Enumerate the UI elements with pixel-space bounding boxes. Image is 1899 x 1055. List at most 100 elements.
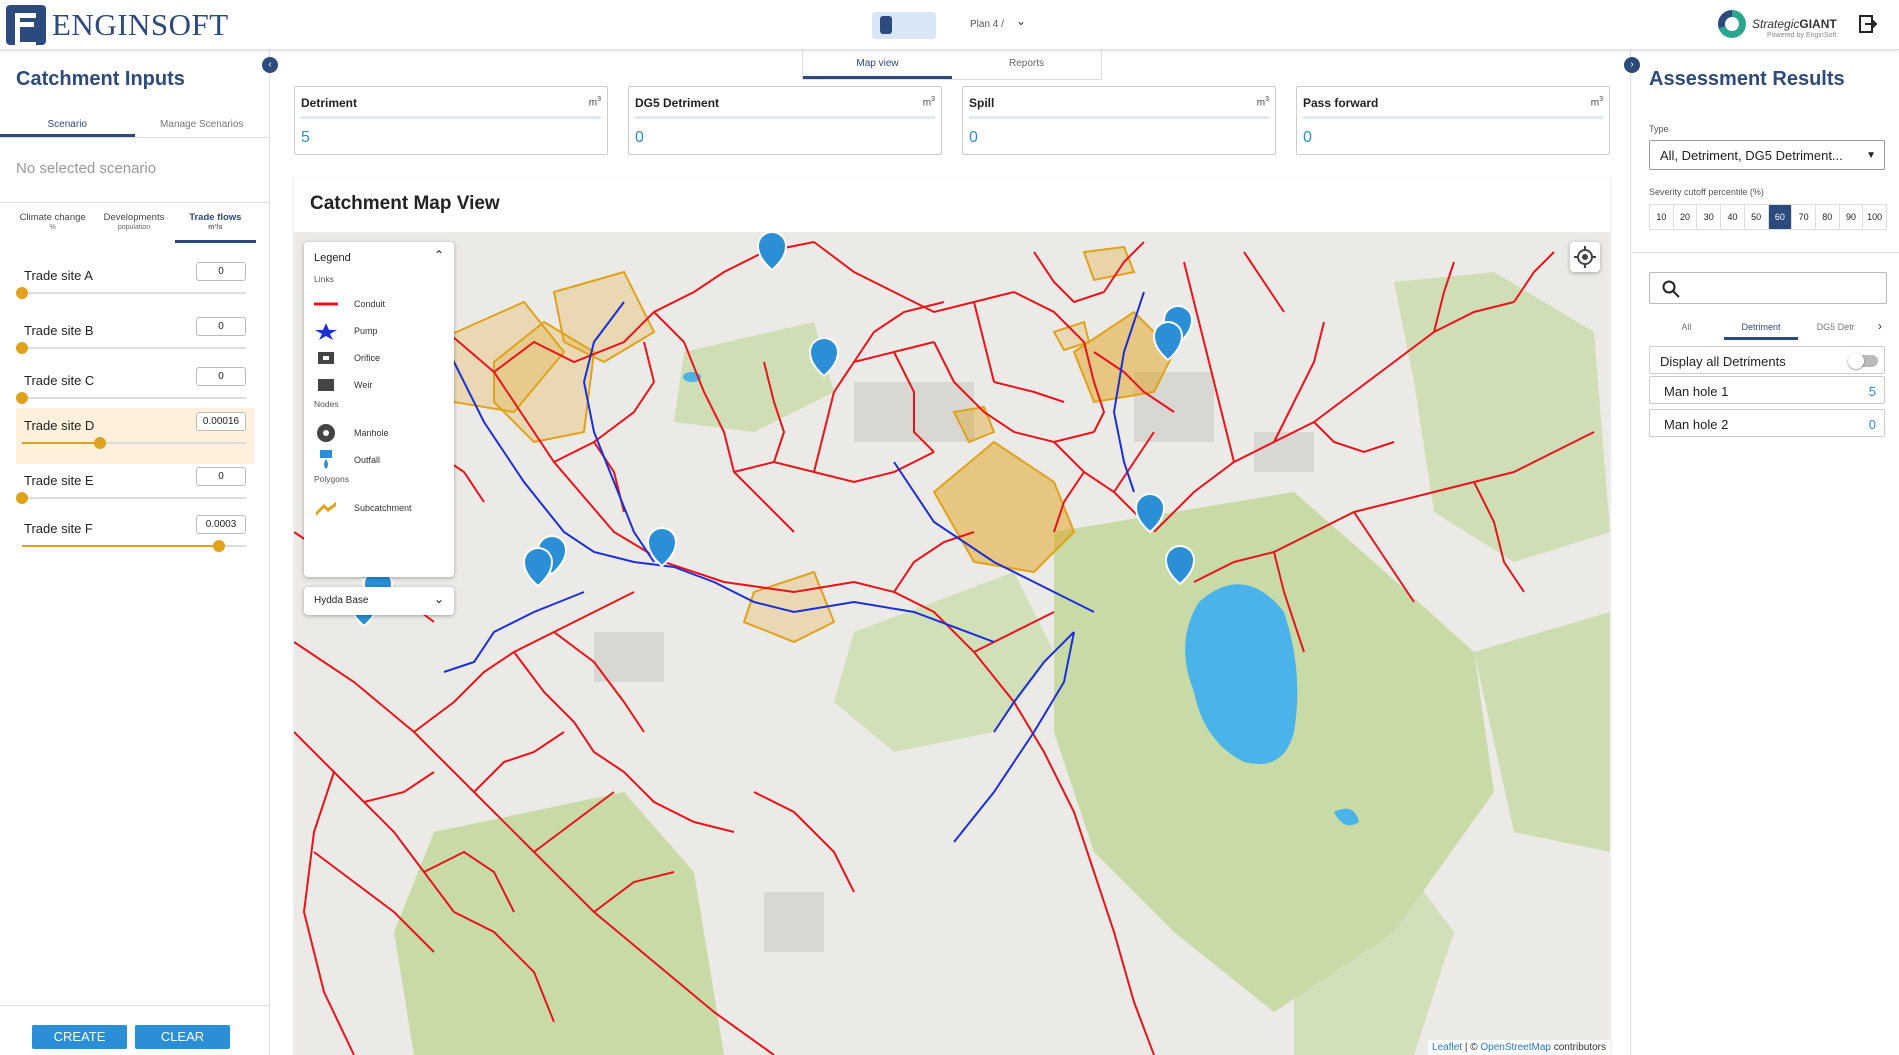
- tab-manage-scenarios[interactable]: Manage Scenarios: [135, 114, 270, 137]
- map-title: Catchment Map View: [310, 193, 500, 214]
- tab-unit: m³/s: [208, 224, 223, 231]
- legend-label: Conduit: [354, 299, 386, 309]
- result-value: 5: [1868, 384, 1876, 399]
- severity-option[interactable]: 90: [1840, 205, 1864, 229]
- top-bar: ENGINSOFT Plan 4 / ⌄ StrategicGIANT Powe…: [0, 0, 1899, 50]
- strategic-giant-icon: [1718, 10, 1746, 38]
- trade-site-value-input[interactable]: 0.0003: [196, 515, 246, 534]
- tab-reports[interactable]: Reports: [952, 50, 1101, 79]
- type-select[interactable]: All, Detriment, DG5 Detriment... ▼: [1649, 140, 1885, 170]
- attribution-separator: | ©: [1462, 1042, 1481, 1053]
- card-value: 0: [1303, 129, 1312, 146]
- tab-all[interactable]: All: [1649, 318, 1724, 340]
- card-title: Spill: [969, 96, 995, 110]
- orifice-icon: [318, 352, 334, 364]
- scenario-tabs: Scenario Manage Scenarios: [0, 114, 269, 138]
- tab-developments[interactable]: Developments population: [93, 213, 174, 243]
- search-input[interactable]: [1649, 272, 1887, 304]
- tab-scenario[interactable]: Scenario: [0, 114, 135, 137]
- locate-icon: [1574, 246, 1596, 268]
- basemap-selector[interactable]: Hydda Base ⌄: [304, 587, 454, 615]
- card-value: 5: [301, 129, 310, 146]
- metric-card-detriment: Detriment m3 5: [294, 86, 608, 155]
- assessment-results-panel: Assessment Results Type All, Detriment, …: [1630, 50, 1899, 1055]
- logout-icon[interactable]: [1858, 14, 1878, 34]
- severity-option[interactable]: 20: [1674, 205, 1698, 229]
- map-card: Catchment Map View Legend ⌃ Links Condui…: [294, 177, 1610, 1055]
- slider-handle[interactable]: [16, 392, 28, 404]
- trade-site-value-input[interactable]: 0: [196, 262, 246, 281]
- legend-item-weir: Weir: [314, 375, 444, 395]
- severity-option[interactable]: 10: [1650, 205, 1674, 229]
- severity-option[interactable]: 80: [1816, 205, 1840, 229]
- partner-brand-prefix: Strategic: [1752, 17, 1800, 31]
- collapse-left-panel-button[interactable]: ‹: [262, 57, 278, 73]
- slider-handle[interactable]: [16, 492, 28, 504]
- catchment-map[interactable]: Legend ⌃ Links Conduit Pump Orifice Weir…: [294, 232, 1610, 1055]
- metric-card-pass-forward: Pass forward m3 0: [1296, 86, 1610, 155]
- plan-toggle[interactable]: [872, 12, 936, 39]
- trade-site-slider[interactable]: [22, 540, 246, 552]
- osm-link[interactable]: OpenStreetMap: [1480, 1042, 1551, 1053]
- collapse-right-panel-button[interactable]: ›: [1624, 57, 1640, 73]
- metric-card-spill: Spill m3 0: [962, 86, 1276, 155]
- legend-section-links: Links: [314, 274, 334, 284]
- trade-site-slider[interactable]: [22, 437, 246, 449]
- slider-handle[interactable]: [213, 540, 226, 552]
- create-button[interactable]: CREATE: [32, 1025, 127, 1049]
- severity-option[interactable]: 60: [1768, 205, 1793, 229]
- trade-site-slider[interactable]: [16, 287, 246, 299]
- trade-site-value-input[interactable]: 0: [196, 317, 246, 336]
- tab-unit: population: [117, 224, 151, 231]
- map-canvas: [294, 232, 1610, 1055]
- card-bar: [635, 116, 935, 119]
- card-bar: [969, 116, 1269, 119]
- leaflet-link[interactable]: Leaflet: [1432, 1042, 1462, 1053]
- trade-site-name: Trade site D: [24, 418, 95, 433]
- result-row[interactable]: Man hole 2 0: [1649, 409, 1885, 437]
- plan-selector-label[interactable]: Plan 4 /: [970, 19, 1004, 30]
- weir-icon: [318, 379, 334, 391]
- result-row[interactable]: Man hole 1 5: [1649, 376, 1885, 404]
- trade-site-slider[interactable]: [16, 342, 246, 354]
- main-content: Map view Reports Detriment m3 5 DG5 Detr…: [282, 50, 1612, 1055]
- chevron-down-icon[interactable]: ⌄: [1016, 14, 1026, 28]
- clear-button[interactable]: CLEAR: [135, 1025, 230, 1049]
- severity-option[interactable]: 50: [1745, 205, 1769, 229]
- chevron-right-icon[interactable]: ›: [1873, 318, 1887, 340]
- slider-handle[interactable]: [94, 437, 107, 449]
- manhole-icon: [317, 424, 335, 442]
- card-value: 0: [969, 129, 978, 146]
- tab-trade-flows[interactable]: Trade flows m³/s: [174, 213, 256, 243]
- panel-title: Assessment Results: [1649, 68, 1845, 90]
- basemap-label: Hydda Base: [314, 595, 369, 606]
- severity-option[interactable]: 40: [1721, 205, 1745, 229]
- tab-detriment[interactable]: Detriment: [1723, 318, 1799, 340]
- tab-dg5-detriment[interactable]: DG5 Detr: [1798, 318, 1873, 340]
- chevron-up-icon[interactable]: ⌃: [434, 248, 444, 262]
- severity-option[interactable]: 100: [1863, 205, 1886, 229]
- tab-map-view[interactable]: Map view: [803, 50, 952, 79]
- outfall-icon: [320, 450, 332, 469]
- legend-title: Legend: [314, 252, 351, 264]
- chevron-down-icon: ⌄: [433, 592, 444, 606]
- view-tabs: Map view Reports: [802, 50, 1102, 80]
- severity-option[interactable]: 30: [1697, 205, 1722, 229]
- result-name: Man hole 1: [1664, 384, 1729, 399]
- trade-site-slider[interactable]: [16, 492, 246, 504]
- trade-site-value-input[interactable]: 0: [196, 467, 246, 486]
- trade-site-value-input[interactable]: 0: [196, 367, 246, 386]
- slider-handle[interactable]: [16, 287, 28, 299]
- display-all-toggle[interactable]: [1848, 353, 1878, 369]
- enginsoft-logo[interactable]: ENGINSOFT: [6, 5, 229, 47]
- slider-handle[interactable]: [16, 342, 28, 354]
- tab-unit: %: [49, 224, 56, 231]
- severity-label: Severity cutoff percentile (%): [1649, 187, 1764, 197]
- trade-site-slider[interactable]: [16, 392, 246, 404]
- tab-climate-change[interactable]: Climate change%: [12, 213, 93, 243]
- locate-button[interactable]: [1570, 242, 1600, 272]
- no-scenario-message: No selected scenario: [16, 160, 157, 177]
- trade-site-value-input[interactable]: 0.00016: [196, 412, 246, 431]
- severity-option[interactable]: 70: [1792, 205, 1816, 229]
- result-tabs: All Detriment DG5 Detr ›: [1649, 318, 1887, 340]
